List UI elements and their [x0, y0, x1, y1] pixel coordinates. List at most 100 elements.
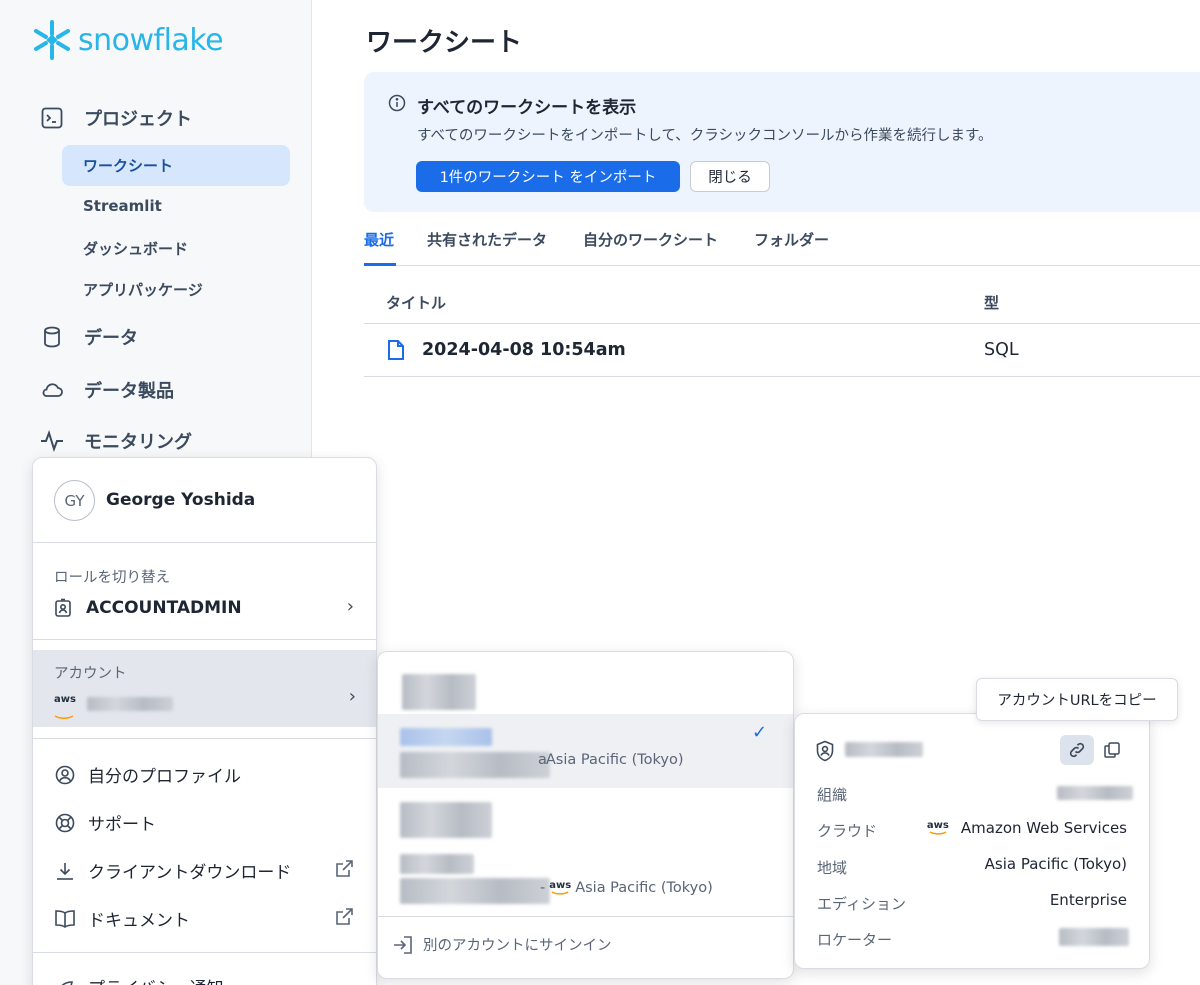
- user-menu: GY George Yoshida ロールを切り替え ACCOUNTADMIN …: [32, 457, 377, 985]
- snowflake-icon: [34, 20, 70, 60]
- documentation-menu-item[interactable]: ドキュメント: [54, 906, 190, 931]
- tab-shared[interactable]: 共有されたデータ: [427, 229, 547, 250]
- region-value: Asia Pacific (Tokyo): [984, 855, 1127, 873]
- menu-item-label: ドキュメント: [88, 911, 190, 931]
- sign-in-icon: [394, 935, 412, 954]
- aws-logo-icon: aws: [54, 695, 76, 724]
- user-name: George Yoshida: [106, 490, 256, 510]
- sidebar-subitem-worksheets[interactable]: ワークシート: [83, 155, 173, 176]
- locator-label: ロケーター: [817, 931, 893, 949]
- external-link-icon: [334, 907, 354, 931]
- edition-label: エディション: [817, 895, 906, 913]
- cloud-icon: [40, 378, 64, 402]
- account-region[interactable]: - aws Asia Pacific (Tokyo): [540, 880, 713, 896]
- support-menu-item[interactable]: サポート: [54, 810, 156, 835]
- divider: [33, 639, 376, 640]
- page-title: ワークシート: [366, 28, 523, 58]
- divider: [378, 916, 793, 917]
- sidebar-item-label: プロジェクト: [84, 109, 192, 130]
- copy-icon: [1104, 742, 1120, 758]
- redacted-account-name: [402, 674, 476, 710]
- cloud-label: クラウド: [817, 822, 878, 840]
- redacted-account-locator: [400, 878, 550, 904]
- region-label: 地域: [817, 859, 848, 877]
- book-icon: [54, 909, 76, 929]
- account-details-popover: 組織 クラウド aws Amazon Web Services 地域 Asia …: [794, 713, 1150, 969]
- shield-user-icon: [816, 740, 834, 762]
- download-icon: [54, 861, 76, 881]
- worksheet-type: SQL: [984, 340, 1019, 360]
- copy-account-identifier-button[interactable]: [1095, 735, 1129, 765]
- edition-value: Enterprise: [1049, 891, 1127, 909]
- sidebar-subitem-dashboards[interactable]: ダッシュボード: [83, 238, 188, 259]
- column-header-title[interactable]: タイトル: [386, 292, 446, 313]
- sidebar-item-label: データ: [84, 328, 138, 349]
- sidebar-item-label: データ製品: [84, 381, 174, 402]
- menu-item-label: クライアントダウンロード: [88, 863, 292, 883]
- redacted-organization: [1057, 786, 1133, 800]
- user-circle-icon: [54, 765, 76, 785]
- lifebuoy-icon: [54, 813, 76, 833]
- snowflake-logo[interactable]: snowflake: [30, 18, 224, 62]
- chevron-right-icon: ›: [346, 596, 354, 617]
- id-badge-icon: [55, 598, 71, 617]
- account-region: aAsia Pacific (Tokyo): [538, 752, 684, 768]
- sidebar-item-data[interactable]: データ: [40, 324, 138, 350]
- divider: [33, 738, 376, 739]
- redacted-locator: [1059, 928, 1129, 946]
- account-label: アカウント: [54, 666, 127, 682]
- redacted-account-name: [87, 697, 173, 711]
- check-icon: ✓: [752, 722, 768, 743]
- database-icon: [40, 325, 64, 349]
- menu-item-label: サポート: [88, 815, 156, 835]
- avatar: GY: [54, 480, 95, 521]
- privacy-icon: [54, 977, 76, 985]
- sidebar-item-label: モニタリング: [84, 432, 192, 453]
- table-row[interactable]: 2024-04-08 10:54am SQL: [364, 324, 1200, 377]
- aws-logo-icon: aws: [549, 881, 571, 895]
- file-icon: [388, 340, 404, 360]
- accounts-menu: aAsia Pacific (Tokyo) ✓ - aws Asia Pacif…: [377, 651, 794, 979]
- sidebar-item-monitoring[interactable]: モニタリング: [40, 428, 192, 454]
- switch-role-label: ロールを切り替え: [54, 570, 170, 586]
- external-link-icon: [334, 859, 354, 883]
- role-switcher[interactable]: ACCOUNTADMIN: [54, 598, 242, 618]
- divider: [33, 542, 376, 543]
- worksheet-tabs: 最近 共有されたデータ 自分のワークシート フォルダー: [364, 228, 1200, 266]
- redacted-account-name: [400, 728, 492, 746]
- tab-my-worksheets[interactable]: 自分のワークシート: [583, 229, 718, 250]
- copy-account-url-button[interactable]: [1060, 735, 1094, 765]
- activity-icon: [40, 429, 64, 453]
- sidebar-subitem-app-packages[interactable]: アプリパッケージ: [83, 279, 203, 300]
- import-worksheets-button[interactable]: 1件のワークシート をインポート: [416, 161, 680, 192]
- account-switcher[interactable]: アカウント aws ›: [33, 650, 376, 727]
- tab-folders[interactable]: フォルダー: [754, 229, 829, 250]
- account-option-selected[interactable]: aAsia Pacific (Tokyo): [378, 714, 793, 788]
- profile-menu-item[interactable]: 自分のプロファイル: [54, 762, 241, 787]
- sidebar-item-projects[interactable]: プロジェクト: [40, 105, 192, 131]
- client-download-menu-item[interactable]: クライアントダウンロード: [54, 858, 291, 883]
- redacted-account-name: [400, 854, 474, 874]
- terminal-icon: [40, 106, 64, 130]
- current-role: ACCOUNTADMIN: [86, 598, 242, 618]
- menu-item-label: プライバシー通知: [88, 974, 224, 985]
- worksheet-title[interactable]: 2024-04-08 10:54am: [422, 340, 626, 360]
- info-icon: [388, 94, 406, 112]
- active-tab-indicator: [364, 263, 396, 266]
- close-banner-button[interactable]: 閉じる: [690, 161, 770, 192]
- link-icon: [1069, 742, 1085, 758]
- sidebar-item-data-products[interactable]: データ製品: [40, 377, 174, 403]
- banner-title: すべてのワークシートを表示: [417, 98, 637, 118]
- sign-in-other-account[interactable]: 別のアカウントにサインイン: [393, 934, 612, 955]
- aws-logo-icon: aws: [927, 821, 949, 835]
- redacted-account-locator: [400, 752, 550, 778]
- chevron-right-icon: ›: [348, 686, 356, 707]
- redacted-account-name: [400, 802, 492, 838]
- organization-label: 組織: [817, 786, 848, 804]
- privacy-menu-item[interactable]: プライバシー通知: [54, 974, 224, 985]
- brand-name: snowflake: [78, 22, 224, 58]
- tab-recent[interactable]: 最近: [364, 229, 394, 250]
- column-header-type[interactable]: 型: [984, 292, 999, 313]
- copy-url-tooltip: アカウントURLをコピー: [976, 678, 1178, 721]
- sidebar-subitem-streamlit[interactable]: Streamlit: [83, 197, 162, 215]
